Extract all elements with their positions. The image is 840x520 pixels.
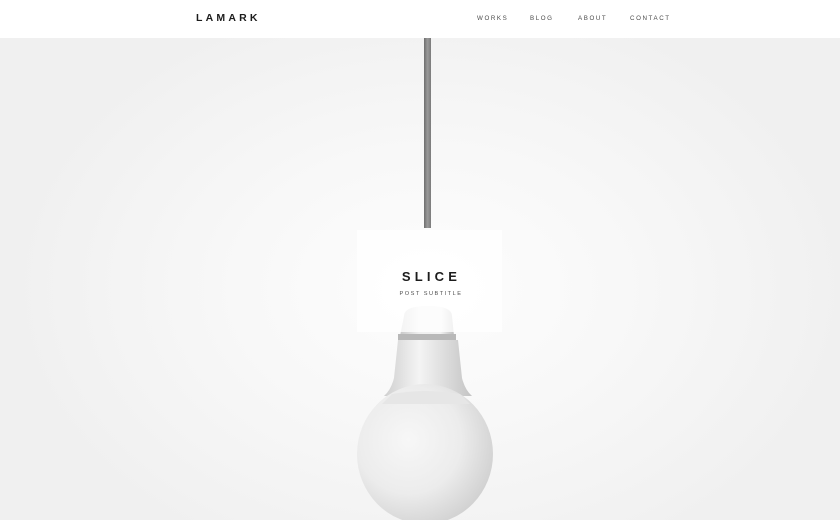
nav-blog-link[interactable]: BLOG [530,15,554,22]
bulb-band [398,334,456,340]
site-logo[interactable]: LAMARK [196,12,261,24]
nav-contact-link[interactable]: CONTACT [630,15,671,22]
hero-section: SLICE POST SUBTITLE [0,38,840,520]
nav-works-link[interactable]: WORKS [477,15,508,22]
post-subtitle: POST SUBTITLE [399,291,463,297]
post-title: SLICE [401,269,462,284]
page: LAMARK WORKS BLOG ABOUT CONTACT SLICE PO… [0,0,840,520]
nav-about-link[interactable]: ABOUT [578,15,607,22]
site-header: LAMARK WORKS BLOG ABOUT CONTACT [0,0,840,38]
post-title-card[interactable]: SLICE POST SUBTITLE [357,230,502,332]
bulb-globe [357,384,493,520]
cord [424,38,431,228]
